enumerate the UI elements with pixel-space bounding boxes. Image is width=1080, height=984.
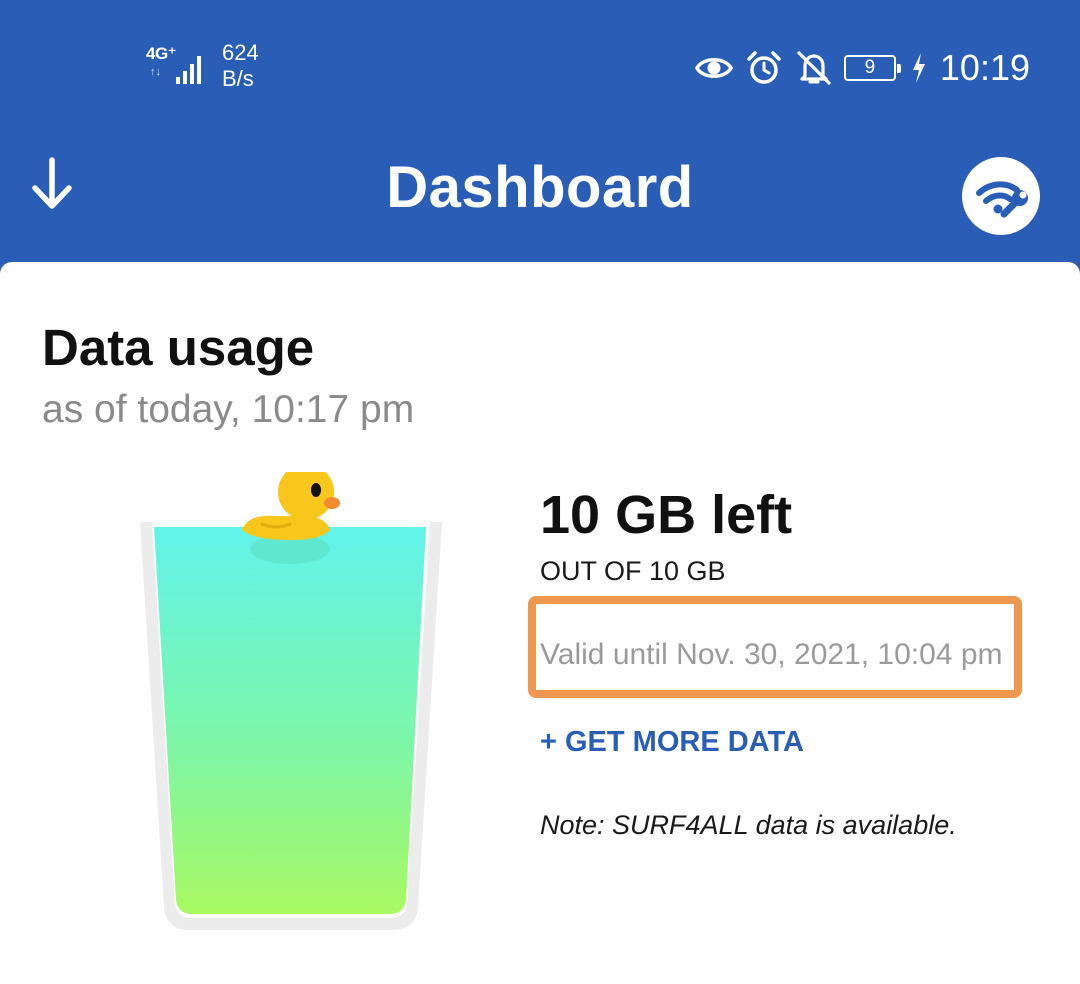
- data-activity-icon: ↑↓: [150, 66, 161, 78]
- surf4all-note: Note: SURF4ALL data is available.: [540, 810, 957, 840]
- charging-icon: [912, 53, 925, 83]
- eye-icon: [694, 58, 733, 78]
- data-usage-card: Data usage as of today, 10:17 pm 10 GB l…: [0, 262, 1080, 984]
- signal-strength-icon: [176, 56, 201, 84]
- network-tools-button[interactable]: [962, 157, 1040, 235]
- glass-graphic: [140, 464, 442, 930]
- alarm-icon: [747, 51, 781, 84]
- battery-icon: 9: [843, 55, 901, 81]
- data-remaining: 10 GB left: [540, 485, 793, 545]
- last-updated-label: as of today, 10:17 pm: [42, 388, 415, 431]
- get-more-data-link[interactable]: + GET MORE DATA: [540, 726, 804, 759]
- network-speed-value: 624: [222, 40, 259, 65]
- duck-icon: [242, 464, 340, 540]
- data-glass-illustration: [130, 464, 450, 952]
- validity-date: Valid until Nov. 30, 2021, 10:04 pm: [540, 638, 1003, 671]
- liquid-level: [154, 527, 426, 914]
- status-time: 10:19: [939, 47, 1030, 88]
- bell-off-icon: [797, 51, 831, 85]
- app-bar: Dashboard: [0, 130, 1080, 260]
- battery-level: 9: [864, 57, 876, 78]
- data-total: OUT OF 10 GB: [540, 556, 726, 586]
- network-speed: 624 B/s: [222, 40, 259, 92]
- page-title: Dashboard: [386, 155, 694, 220]
- wifi-wrench-icon: [976, 181, 1028, 218]
- status-icons: 9 10:19: [694, 44, 1030, 92]
- network-speed-unit: B/s: [222, 66, 254, 91]
- section-title: Data usage: [42, 319, 315, 376]
- status-bar: 4G⁺ ↑↓ 624 B/s 9 10:19: [0, 0, 1080, 130]
